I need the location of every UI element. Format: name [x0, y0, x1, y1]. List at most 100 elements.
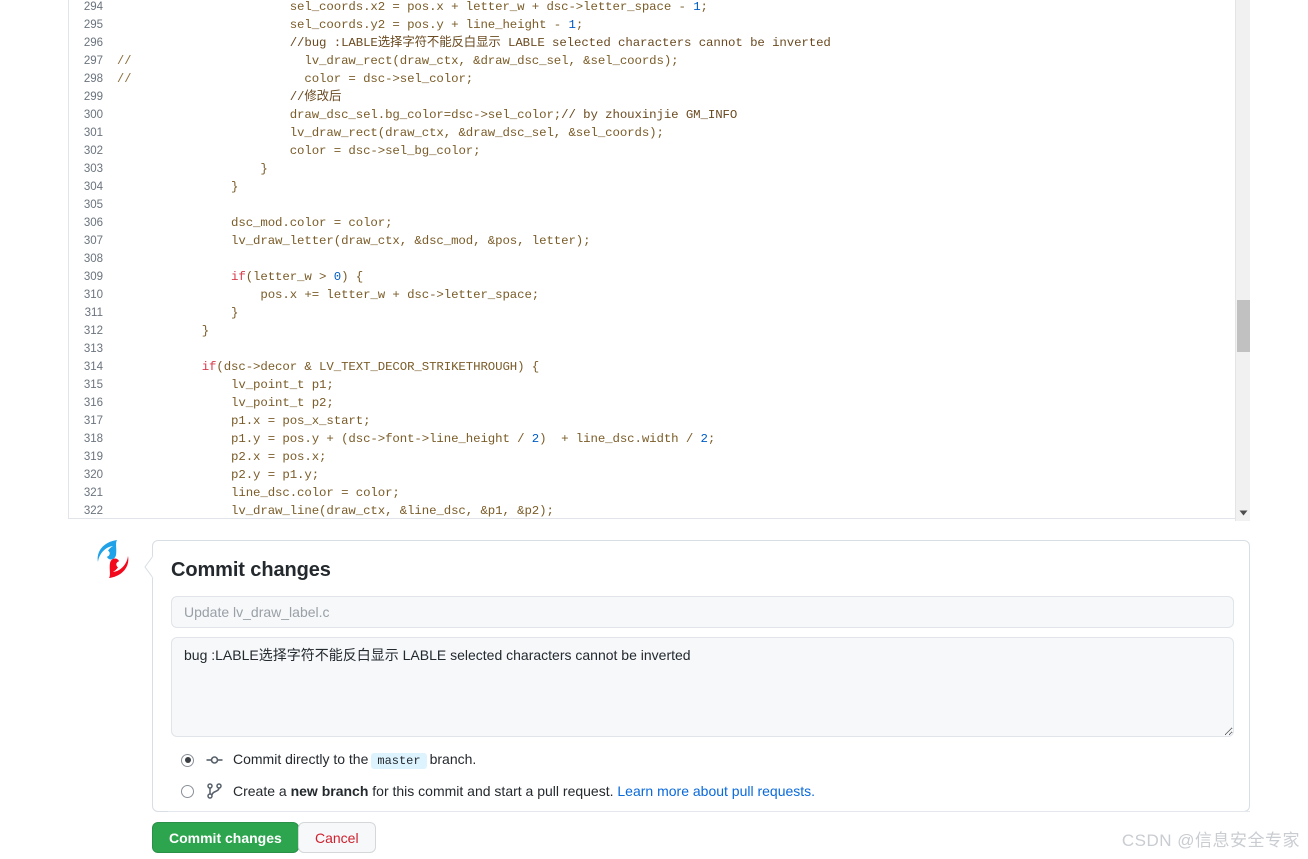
scrollbar-thumb[interactable] — [1237, 300, 1250, 352]
code-line-text: line_dsc.color = color; — [143, 484, 400, 502]
code-line-number: 311 — [69, 304, 111, 322]
code-line-text: lv_draw_line(draw_ctx, &line_dsc, &p1, &… — [143, 502, 554, 519]
commit-summary-input[interactable] — [171, 596, 1234, 628]
code-line-marker — [111, 502, 143, 519]
code-line-number: 320 — [69, 466, 111, 484]
code-line: 295 sel_coords.y2 = pos.y + line_height … — [69, 16, 1250, 34]
code-line: 317 p1.x = pos_x_start; — [69, 412, 1250, 430]
code-line-marker — [111, 0, 143, 16]
code-line: 319 p2.x = pos.x; — [69, 448, 1250, 466]
code-line-text: lv_point_t p1; — [143, 376, 334, 394]
code-line-text: color = dsc->sel_bg_color; — [143, 142, 480, 160]
code-line: 307 lv_draw_letter(draw_ctx, &dsc_mod, &… — [69, 232, 1250, 250]
code-line-number: 305 — [69, 196, 111, 214]
code-line-marker — [111, 484, 143, 502]
code-line: 294 sel_coords.x2 = pos.x + letter_w + d… — [69, 0, 1250, 16]
code-line-text: p2.y = p1.y; — [143, 466, 319, 484]
code-line-marker: // — [111, 52, 143, 70]
code-line: 320 p2.y = p1.y; — [69, 466, 1250, 484]
code-line: 312 } — [69, 322, 1250, 340]
code-line-text: lv_draw_letter(draw_ctx, &dsc_mod, &pos,… — [143, 232, 590, 250]
code-line: 315 lv_point_t p1; — [69, 376, 1250, 394]
code-viewer[interactable]: 294 sel_coords.x2 = pos.x + letter_w + d… — [68, 0, 1250, 519]
code-line: 298// color = dsc->sel_color; — [69, 70, 1250, 88]
code-line-number: 312 — [69, 322, 111, 340]
code-line: 300 draw_dsc_sel.bg_color=dsc->sel_color… — [69, 106, 1250, 124]
code-line-marker — [111, 412, 143, 430]
branch-name-chip: master — [371, 753, 426, 769]
code-line: 305 — [69, 196, 1250, 214]
code-line-number: 317 — [69, 412, 111, 430]
code-line-number: 318 — [69, 430, 111, 448]
code-line: 303 } — [69, 160, 1250, 178]
code-line-text: sel_coords.y2 = pos.y + line_height - 1; — [143, 16, 583, 34]
commit-option-new-branch[interactable]: Create a new branch for this commit and … — [171, 783, 1231, 799]
code-line-number: 308 — [69, 250, 111, 268]
code-line-number: 306 — [69, 214, 111, 232]
radio-commit-directly[interactable] — [181, 754, 194, 767]
code-line-number: 310 — [69, 286, 111, 304]
code-line-text: p2.x = pos.x; — [143, 448, 326, 466]
code-line-marker — [111, 142, 143, 160]
code-line-marker — [111, 232, 143, 250]
cancel-button[interactable]: Cancel — [298, 822, 376, 853]
code-vertical-scrollbar[interactable] — [1235, 0, 1250, 521]
code-line: 308 — [69, 250, 1250, 268]
code-line-number: 321 — [69, 484, 111, 502]
code-line-marker — [111, 394, 143, 412]
code-line-number: 297 — [69, 52, 111, 70]
code-line: 302 color = dsc->sel_bg_color; — [69, 142, 1250, 160]
code-line-marker — [111, 214, 143, 232]
pull-requests-learn-more-link[interactable]: Learn more about pull requests. — [617, 783, 815, 799]
code-line-text: lv_draw_rect(draw_ctx, &draw_dsc_sel, &s… — [143, 124, 664, 142]
code-line-marker — [111, 322, 143, 340]
code-line: 313 — [69, 340, 1250, 358]
new-branch-text-after: for this commit and start a pull request… — [372, 783, 613, 799]
code-line-text: } — [143, 160, 268, 178]
code-line: 299 //修改后 — [69, 88, 1250, 106]
code-line: 304 } — [69, 178, 1250, 196]
code-line-number: 300 — [69, 106, 111, 124]
code-line: 301 lv_draw_rect(draw_ctx, &draw_dsc_sel… — [69, 124, 1250, 142]
code-line-number: 309 — [69, 268, 111, 286]
commit-changes-panel: Commit changes Commit directly to themas… — [152, 540, 1250, 812]
code-line-text: color = dsc->sel_color; — [143, 70, 473, 88]
code-line-number: 319 — [69, 448, 111, 466]
code-line-marker — [111, 304, 143, 322]
new-branch-bold: new branch — [291, 783, 369, 799]
radio-create-new-branch[interactable] — [181, 785, 194, 798]
code-line-marker — [111, 376, 143, 394]
code-line-number: 303 — [69, 160, 111, 178]
new-branch-text-before: Create a — [233, 783, 287, 799]
user-avatar[interactable] — [95, 538, 131, 580]
code-line-text: } — [143, 304, 238, 322]
code-line-number: 313 — [69, 340, 111, 358]
code-line: 314 if(dsc->decor & LV_TEXT_DECOR_STRIKE… — [69, 358, 1250, 376]
code-line: 310 pos.x += letter_w + dsc->letter_spac… — [69, 286, 1250, 304]
commit-changes-button[interactable]: Commit changes — [152, 822, 299, 853]
code-line-text: p1.x = pos_x_start; — [143, 412, 370, 430]
git-branch-icon — [204, 783, 224, 799]
watermark-text: CSDN @信息安全专家 — [1122, 826, 1300, 851]
code-line-number: 295 — [69, 16, 111, 34]
code-line-marker — [111, 196, 143, 214]
code-line-text: } — [143, 322, 209, 340]
code-line-marker — [111, 430, 143, 448]
code-line-number: 302 — [69, 142, 111, 160]
code-line-marker — [111, 448, 143, 466]
commit-option-commit-directly[interactable]: Commit directly to themasterbranch. — [171, 751, 1231, 769]
code-line-number: 298 — [69, 70, 111, 88]
code-line: 316 lv_point_t p2; — [69, 394, 1250, 412]
code-line-text: draw_dsc_sel.bg_color=dsc->sel_color;// … — [143, 106, 737, 124]
code-line-marker — [111, 178, 143, 196]
commit-description-textarea[interactable] — [171, 637, 1234, 737]
code-line-number: 316 — [69, 394, 111, 412]
scroll-down-arrow-icon[interactable] — [1236, 504, 1251, 521]
code-line-text: sel_coords.x2 = pos.x + letter_w + dsc->… — [143, 0, 708, 16]
code-line-marker — [111, 124, 143, 142]
code-line: 296 //bug :LABLE选择字符不能反白显示 LABLE selecte… — [69, 34, 1250, 52]
code-line-marker — [111, 106, 143, 124]
code-line: 297// lv_draw_rect(draw_ctx, &draw_dsc_s… — [69, 52, 1250, 70]
code-line-number: 296 — [69, 34, 111, 52]
code-line-text: if(dsc->decor & LV_TEXT_DECOR_STRIKETHRO… — [143, 358, 539, 376]
